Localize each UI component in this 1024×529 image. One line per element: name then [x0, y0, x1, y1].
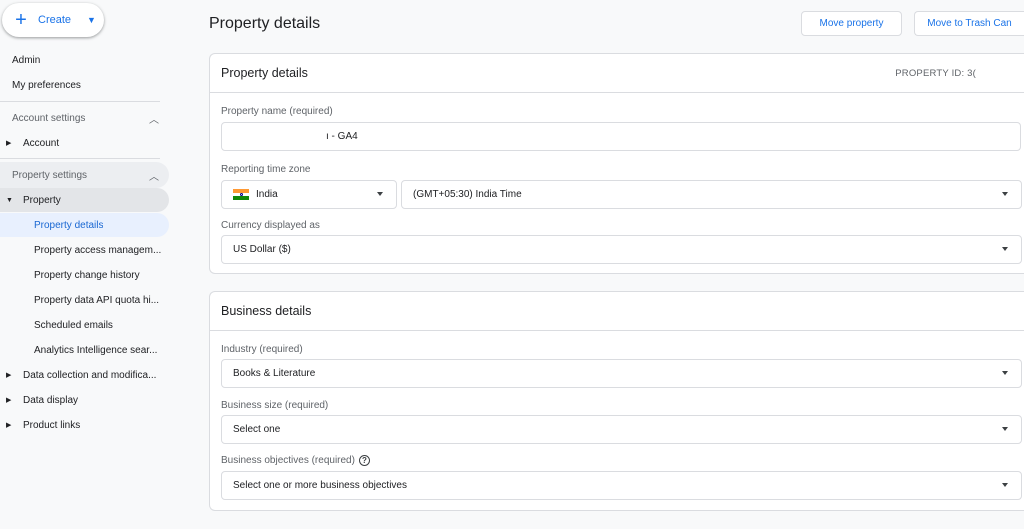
country-select[interactable]: India — [221, 180, 397, 209]
property-details-card: Property details PROPERTY ID: 3( Propert… — [209, 53, 1024, 274]
timezone-value: (GMT+05:30) India Time — [413, 189, 522, 200]
currency-select[interactable]: US Dollar ($) — [221, 235, 1022, 264]
caret-down-icon: ▼ — [87, 15, 96, 25]
help-icon[interactable]: ? — [358, 455, 370, 466]
triangle-right-icon: ▶ — [6, 397, 12, 404]
timezone-label: Reporting time zone — [221, 164, 311, 175]
account-settings-label: Account settings — [12, 112, 86, 124]
nav-property-settings[interactable]: Property settings ︿ — [0, 163, 169, 187]
industry-value: Books & Literature — [233, 368, 316, 379]
card-header: Business details — [210, 292, 1024, 331]
country-value: India — [256, 189, 278, 200]
chevron-up-icon: ︿ — [149, 171, 159, 183]
nav-admin[interactable]: Admin — [0, 48, 169, 72]
currency-label: Currency displayed as — [221, 220, 320, 231]
nav-analytics-intelligence[interactable]: Analytics Intelligence sear... — [0, 338, 169, 362]
business-objectives-select[interactable]: Select one or more business objectives — [221, 471, 1022, 500]
move-to-trash-button[interactable]: Move to Trash Can — [914, 11, 1024, 36]
move-property-button[interactable]: Move property — [801, 11, 902, 36]
industry-label: Industry (required) — [221, 344, 303, 355]
property-name-value: ı - GA4 — [326, 131, 358, 142]
nav-my-preferences-label: My preferences — [12, 79, 81, 91]
nav-property-data-api-quota-label: Property data API quota hi... — [34, 294, 160, 306]
property-name-input[interactable]: ı - GA4 — [221, 122, 1021, 151]
nav-property-details-label: Property details — [34, 219, 104, 231]
nav-my-preferences[interactable]: My preferences — [0, 73, 169, 97]
card-title: Property details — [221, 66, 308, 80]
nav-property-details[interactable]: Property details — [0, 213, 169, 237]
nav-scheduled-emails-label: Scheduled emails — [34, 319, 113, 331]
business-details-card: Business details Industry (required) Boo… — [209, 291, 1024, 511]
nav-data-display[interactable]: ▶ Data display — [0, 388, 169, 412]
business-size-value: Select one — [233, 424, 281, 435]
property-settings-label: Property settings — [12, 169, 88, 181]
triangle-right-icon: ▶ — [6, 372, 12, 379]
dropdown-arrow-icon — [1002, 371, 1008, 375]
nav-account-settings[interactable]: Account settings ︿ — [0, 106, 169, 130]
nav-scheduled-emails[interactable]: Scheduled emails — [0, 313, 169, 337]
page-title: Property details — [209, 15, 321, 32]
industry-select[interactable]: Books & Literature — [221, 359, 1022, 388]
triangle-down-icon: ▼ — [6, 196, 13, 204]
nav-data-collection[interactable]: ▶ Data collection and modifica... — [0, 363, 169, 387]
card-title: Business details — [221, 304, 312, 318]
triangle-right-icon: ▶ — [6, 422, 12, 429]
dropdown-arrow-icon — [377, 192, 383, 196]
business-size-label: Business size (required) — [221, 400, 329, 411]
dropdown-arrow-icon — [1002, 247, 1008, 251]
nav-property-data-api-quota[interactable]: Property data API quota hi... — [0, 288, 169, 312]
nav-product-links[interactable]: ▶ Product links — [0, 413, 169, 437]
property-id: PROPERTY ID: 3( — [895, 68, 976, 79]
nav-property[interactable]: ▼ Property — [0, 188, 169, 212]
currency-value: US Dollar ($) — [233, 244, 291, 255]
create-button[interactable]: + Create ▼ — [2, 3, 104, 37]
nav-analytics-intelligence-label: Analytics Intelligence sear... — [34, 344, 158, 356]
timezone-select[interactable]: (GMT+05:30) India Time — [401, 180, 1022, 209]
nav-product-links-label: Product links — [23, 419, 81, 431]
nav-admin-label: Admin — [12, 54, 41, 66]
nav-data-display-label: Data display — [23, 394, 79, 406]
business-objectives-value: Select one or more business objectives — [233, 480, 407, 491]
divider — [0, 158, 160, 159]
nav-property-change-history-label: Property change history — [34, 269, 140, 281]
nav-account-label: Account — [23, 137, 60, 149]
nav-property-access-management-label: Property access managem... — [34, 244, 162, 256]
nav-property-label: Property — [23, 194, 61, 206]
dropdown-arrow-icon — [1002, 427, 1008, 431]
india-flag-icon — [233, 189, 249, 201]
nav-property-access-management[interactable]: Property access managem... — [0, 238, 169, 262]
divider — [0, 101, 160, 102]
dropdown-arrow-icon — [1002, 192, 1008, 196]
create-label: Create — [38, 14, 72, 26]
triangle-right-icon: ▶ — [6, 140, 12, 147]
nav-property-change-history[interactable]: Property change history — [0, 263, 169, 287]
nav-data-collection-label: Data collection and modifica... — [23, 369, 157, 381]
sidebar: + Create ▼ Admin My preferences Account … — [0, 0, 174, 529]
dropdown-arrow-icon — [1002, 483, 1008, 487]
card-header: Property details PROPERTY ID: 3( — [210, 54, 1024, 93]
plus-icon: + — [15, 9, 27, 31]
property-name-label: Property name (required) — [221, 106, 333, 117]
nav-account[interactable]: ▶ Account — [0, 131, 169, 155]
business-size-select[interactable]: Select one — [221, 415, 1022, 444]
business-objectives-label-row: Business objectives (required) ? — [221, 455, 370, 466]
chevron-up-icon: ︿ — [149, 114, 159, 126]
business-objectives-label: Business objectives (required) — [221, 455, 355, 466]
